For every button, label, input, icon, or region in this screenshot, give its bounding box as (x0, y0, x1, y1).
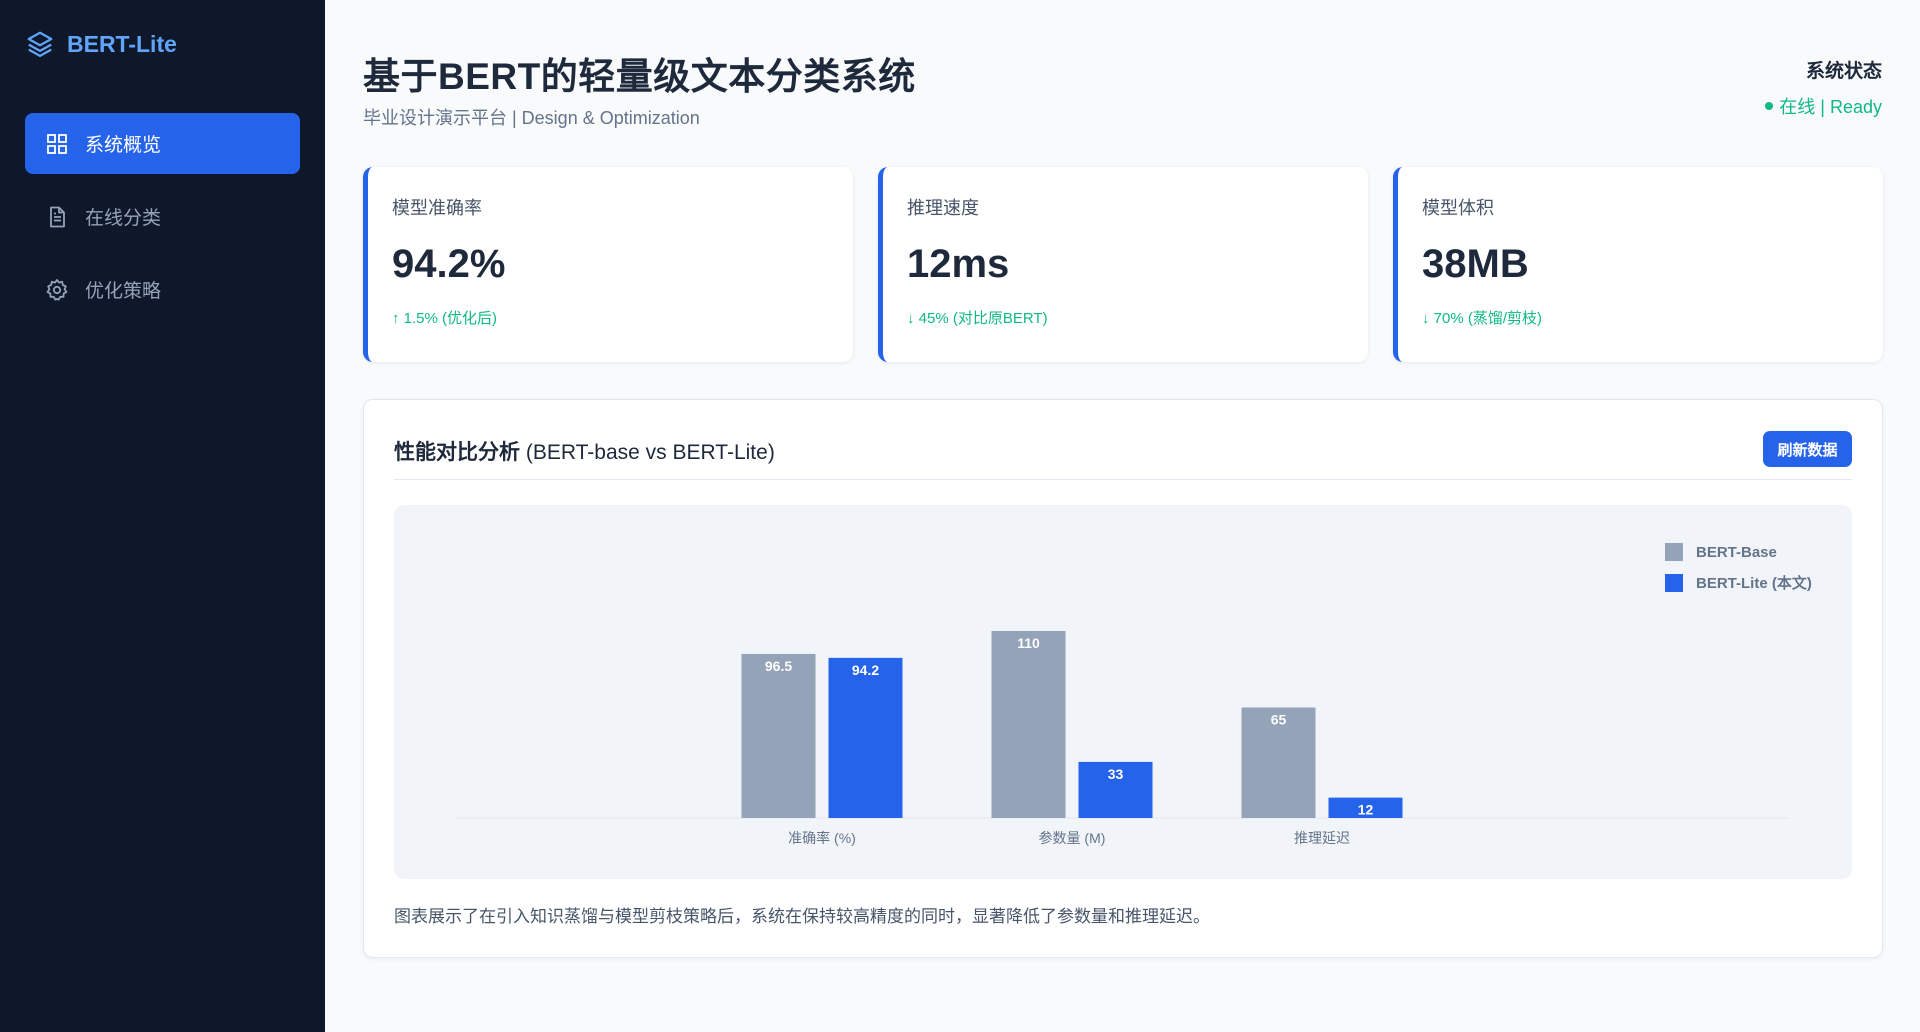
chart-bar (741, 653, 816, 818)
legend-swatch (1665, 574, 1683, 592)
legend-swatch (1665, 543, 1683, 561)
brand-name: BERT-Lite (67, 30, 177, 57)
stat-card-size: 模型体积 38MB ↓ 70% (蒸馏/剪枝) (1393, 167, 1883, 362)
panel-header: 性能对比分析 (BERT-base vs BERT-Lite) 刷新数据 (394, 430, 1852, 480)
legend-label: BERT-Base (1696, 544, 1777, 561)
bar-data-label: 12 (1358, 802, 1374, 818)
stat-delta: ↑ 1.5% (优化后) (392, 310, 498, 327)
document-icon (50, 206, 65, 227)
refresh-data-button[interactable]: 刷新数据 (1763, 431, 1852, 467)
page-title: 基于BERT的轻量级文本分类系统 (363, 56, 916, 97)
stat-card-speed: 推理速度 12ms ↓ 45% (对比原BERT) (878, 167, 1368, 362)
system-status: 系统状态 在线 | Ready (1765, 56, 1882, 119)
bar-data-label: 33 (1108, 766, 1124, 782)
stat-delta: ↓ 70% (蒸馏/剪枝) (1422, 310, 1543, 327)
stat-label: 推理速度 (907, 198, 979, 218)
x-tick-label: 准确率 (%) (788, 830, 856, 846)
sidebar-item-label: 优化策略 (85, 281, 162, 302)
sidebar-item-overview[interactable]: 系统概览 (25, 113, 300, 174)
bar-data-label: 65 (1271, 712, 1287, 728)
sidebar-item-label: 系统概览 (85, 135, 162, 156)
layers-icon (27, 31, 53, 57)
panel-title: 性能对比分析 (BERT-base vs BERT-Lite) (394, 436, 775, 466)
sidebar: BERT-Lite 系统概览 在线分类 优化策略 (0, 0, 325, 1032)
status-dot-icon (1765, 102, 1774, 110)
status-label: 系统状态 (1805, 61, 1882, 82)
chart-bar (991, 631, 1066, 818)
legend-label: BERT-Lite (本文) (1696, 574, 1812, 592)
panel-title-main: 性能对比分析 (394, 441, 520, 464)
stat-delta: ↓ 45% (对比原BERT) (907, 310, 1048, 327)
stat-value: 12ms (907, 242, 1010, 286)
sidebar-item-strategy[interactable]: 优化策略 (25, 259, 300, 320)
panel-title-sub: (BERT-base vs BERT-Lite) (520, 441, 775, 464)
chart-bar (828, 657, 903, 818)
bar-chart: 96.5 94.2 准确率 (%) 110 33 参数量 (M) 65 12 推理延迟 BERT-… (456, 543, 1812, 846)
bar-data-label: 96.5 (765, 658, 792, 674)
performance-panel: 性能对比分析 (BERT-base vs BERT-Lite) 刷新数据 96.… (363, 399, 1883, 958)
stat-label: 模型准确率 (392, 198, 482, 218)
stat-card-accuracy: 模型准确率 94.2% ↑ 1.5% (优化后) (363, 167, 853, 362)
x-tick-label: 推理延迟 (1294, 830, 1350, 846)
bar-data-label: 110 (1017, 635, 1040, 651)
stat-value: 38MB (1422, 242, 1529, 286)
stat-label: 模型体积 (1422, 198, 1494, 218)
status-badge: 在线 | Ready (1765, 93, 1882, 119)
sidebar-item-classify[interactable]: 在线分类 (25, 186, 300, 247)
x-tick-label: 参数量 (M) (1039, 830, 1106, 846)
sidebar-item-label: 在线分类 (85, 208, 162, 229)
main-content: 基于BERT的轻量级文本分类系统 毕业设计演示平台 | Design & Opt… (325, 0, 1920, 1032)
page-subtitle: 毕业设计演示平台 | Design & Optimization (363, 108, 700, 128)
stat-value: 94.2% (392, 242, 506, 286)
chart-caption: 图表展示了在引入知识蒸馏与模型剪枝策略后，系统在保持较高精度的同时，显著降低了参… (394, 907, 1210, 926)
gear-icon (46, 278, 68, 300)
grid-icon (47, 133, 67, 154)
brand-logo[interactable]: BERT-Lite (25, 28, 177, 60)
status-text: 在线 | Ready (1779, 97, 1882, 117)
comparison-chart: 96.5 94.2 准确率 (%) 110 33 参数量 (M) 65 12 推理延迟 BERT-… (394, 505, 1852, 879)
bar-data-label: 94.2 (852, 662, 879, 678)
